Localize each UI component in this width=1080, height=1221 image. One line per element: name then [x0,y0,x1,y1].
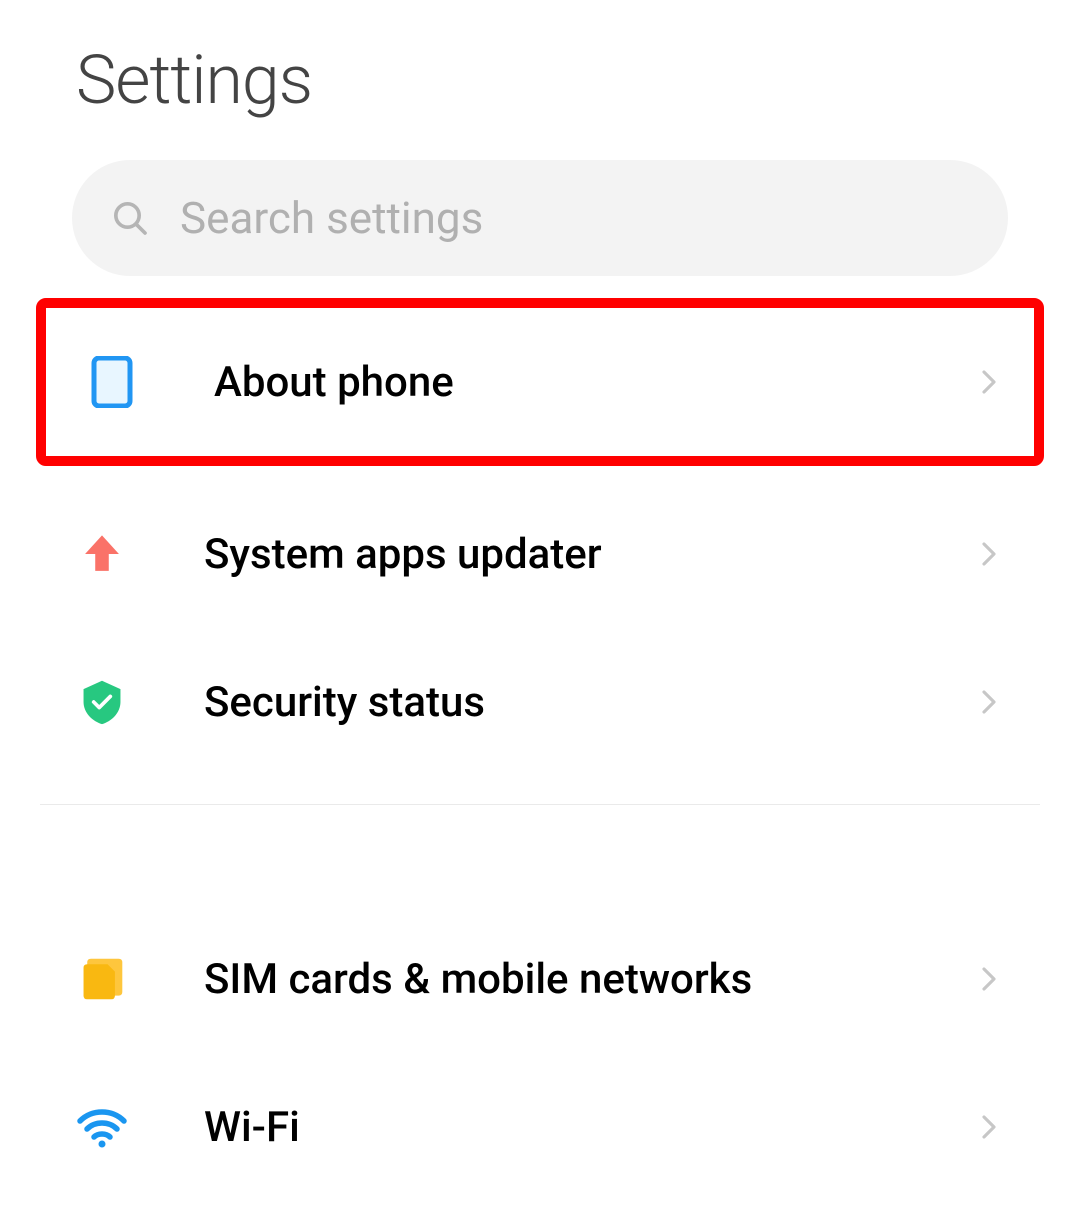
page-title: Settings [0,0,1080,120]
list-item-label: About phone [214,358,974,407]
list-item-security-status[interactable]: Security status [0,628,1080,776]
phone-icon [86,356,138,408]
divider [40,804,1040,805]
list-item-label: Security status [204,678,974,727]
chevron-right-icon [974,964,1004,994]
shield-check-icon [76,676,128,728]
search-icon [110,198,150,238]
list-item-label: Wi-Fi [204,1103,974,1152]
chevron-right-icon [974,539,1004,569]
chevron-right-icon [974,367,1004,397]
settings-list: About phone System apps updater Security… [0,298,1080,1201]
sim-icon [76,953,128,1005]
chevron-right-icon [974,687,1004,717]
list-item-about-phone[interactable]: About phone [36,298,1044,466]
list-item-wifi[interactable]: Wi-Fi [0,1053,1080,1201]
chevron-right-icon [974,1112,1004,1142]
search-bar[interactable]: Search settings [72,160,1008,276]
arrow-up-icon [76,528,128,580]
list-item-label: System apps updater [204,530,974,579]
list-item-system-apps-updater[interactable]: System apps updater [0,480,1080,628]
search-placeholder: Search settings [180,192,483,244]
wifi-icon [76,1101,128,1153]
list-item-sim-cards[interactable]: SIM cards & mobile networks [0,905,1080,1053]
list-item-label: SIM cards & mobile networks [204,955,974,1004]
